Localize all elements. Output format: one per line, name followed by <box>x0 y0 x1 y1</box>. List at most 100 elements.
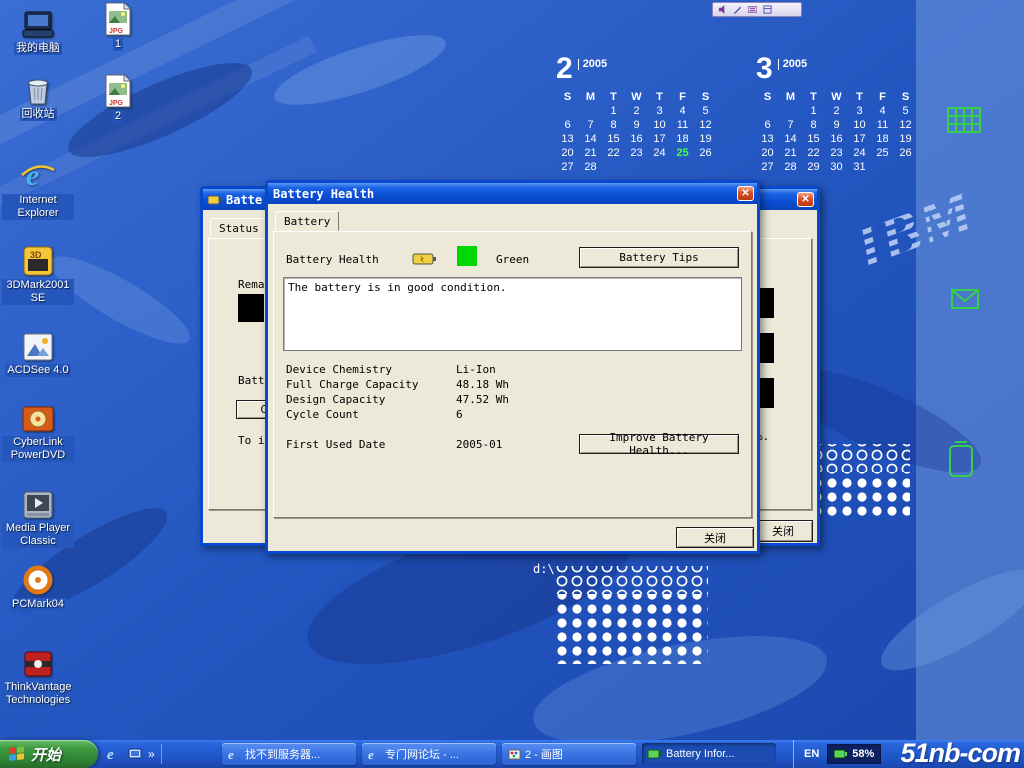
calendar-cell: 9 <box>625 118 648 132</box>
calendar-cell <box>756 104 779 118</box>
language-indicator[interactable]: EN <box>804 748 819 760</box>
calendar-cell: M <box>779 90 802 104</box>
field-label: Cycle Count <box>286 408 359 421</box>
calendar-cell <box>694 160 717 174</box>
jpg-file-icon: JPG <box>105 2 131 36</box>
calendar-grid: SMTWTFS123456789101112131415161718192021… <box>556 90 717 174</box>
calendar-february: 2 2005 SMTWTFS12345678910111213141516171… <box>556 54 717 174</box>
calendar-cell: 11 <box>871 118 894 132</box>
tab-battery[interactable]: Battery <box>275 211 339 231</box>
calendar-cell <box>602 160 625 174</box>
keyboard-icon[interactable] <box>748 5 757 14</box>
calendar-cell: 28 <box>779 160 802 174</box>
desktop-icon-internet-explorer[interactable]: e Internet Explorer <box>2 158 74 220</box>
calendar-cell: 14 <box>579 132 602 146</box>
desktop-file-1[interactable]: JPG 1 <box>82 2 154 51</box>
health-close-button[interactable]: 关闭 <box>676 527 754 548</box>
calendar-cell: 29 <box>802 160 825 174</box>
calendar-cell: 5 <box>894 104 917 118</box>
battery-health-titlebar[interactable]: Battery Health ✕ <box>268 183 757 204</box>
calendar-cell: S <box>894 90 917 104</box>
desktop-icon-thinkvantage[interactable]: ThinkVantage Technologies <box>2 645 74 707</box>
condition-textbox[interactable]: The battery is in good condition. <box>283 277 742 351</box>
svg-text:e: e <box>26 159 39 192</box>
pen-icon[interactable] <box>733 5 742 14</box>
improve-battery-health-button[interactable]: Improve Battery Health... <box>579 434 739 454</box>
task-button-server-not-found[interactable]: e 找不到服务器... <box>222 743 356 765</box>
calendar-cell: 7 <box>579 118 602 132</box>
ime-language-bar[interactable] <box>712 2 802 17</box>
svg-text:e: e <box>368 748 374 761</box>
calendar-cell: 20 <box>756 146 779 160</box>
calendar-cell: 5 <box>694 104 717 118</box>
calendar-cell: W <box>825 90 848 104</box>
calendar-cell: 26 <box>894 146 917 160</box>
recycle-bin-icon <box>23 72 53 106</box>
calendar-cell: 22 <box>802 146 825 160</box>
show-desktop-icon[interactable] <box>128 747 142 761</box>
calendar-cell: M <box>579 90 602 104</box>
calendar-cell <box>779 104 802 118</box>
ie-icon: e <box>228 748 241 761</box>
calendar-cell: 23 <box>825 146 848 160</box>
menu-icon[interactable] <box>763 5 772 14</box>
desktop-icon-acdsee[interactable]: ACDSee 4.0 <box>2 328 74 377</box>
desktop-icon-powerdvd[interactable]: CyberLink PowerDVD <box>2 400 74 462</box>
ie-quick-launch-icon[interactable]: e <box>106 746 122 762</box>
desktop-icon-recycle-bin[interactable]: 回收站 <box>2 72 74 121</box>
task-button-battery-information[interactable]: Battery Infor... <box>642 743 776 765</box>
close-icon[interactable]: ✕ <box>737 186 754 201</box>
calendar-cell: 24 <box>648 146 671 160</box>
calendar-cell: 18 <box>671 132 694 146</box>
calendar-cell: 16 <box>625 132 648 146</box>
field-value: 48.18 Wh <box>456 378 509 391</box>
calendar-cell: 7 <box>779 118 802 132</box>
calendar-cell: F <box>871 90 894 104</box>
speaker-icon[interactable] <box>718 5 727 14</box>
start-button[interactable]: 开始 <box>0 740 98 768</box>
health-label: Battery Health <box>286 253 379 266</box>
calendar-cell: 21 <box>579 146 602 160</box>
battery-tab-page: Battery Health Green Battery Tips The ba… <box>273 231 752 518</box>
calendar-cell: 13 <box>756 132 779 146</box>
battery-small-icon <box>412 252 438 266</box>
calendar-cell: 8 <box>602 118 625 132</box>
health-status-text: Green <box>496 253 529 266</box>
calendar-month-number: 3 <box>756 54 773 84</box>
calendar-cell: 17 <box>648 132 671 146</box>
calendar-cell: 6 <box>556 118 579 132</box>
calendar-cell: 21 <box>779 146 802 160</box>
calendar-cell: 2 <box>625 104 648 118</box>
task-button-forum[interactable]: e 专门网论坛 - ... <box>362 743 496 765</box>
calendar-cell: 19 <box>894 132 917 146</box>
info-close-button[interactable]: 关闭 <box>753 520 813 542</box>
calendar-cell <box>671 160 694 174</box>
tab-status[interactable]: Status <box>210 218 268 238</box>
quick-launch-overflow-chevron[interactable]: » <box>148 747 155 761</box>
battery-tips-button[interactable]: Battery Tips <box>579 247 739 268</box>
task-button-paint[interactable]: 2 - 画图 <box>502 743 636 765</box>
calendar-cell: T <box>602 90 625 104</box>
calendar-grid: SMTWTFS123456789101112131415161718192021… <box>756 90 917 174</box>
calendar-cell: S <box>756 90 779 104</box>
desktop-icon-pcmark04[interactable]: PCMark04 <box>2 562 74 611</box>
tray-battery-indicator[interactable]: 58% <box>827 744 881 764</box>
calendar-cell: 15 <box>602 132 625 146</box>
calendar-cell: 17 <box>848 132 871 146</box>
battery-health-dialog: Battery Health ✕ Battery Battery Health … <box>265 180 760 554</box>
calendar-cell: W <box>625 90 648 104</box>
jpg-file-icon: JPG <box>105 74 131 108</box>
desktop-icon-3dmark2001[interactable]: 3D 3DMark2001 SE <box>2 243 74 305</box>
calendar-cell: 24 <box>848 146 871 160</box>
battery-dialog-icon <box>208 194 222 206</box>
desktop-icon-media-player-classic[interactable]: Media Player Classic <box>2 486 74 548</box>
dialog-title: Battery Health <box>273 187 374 201</box>
desktop-icon-my-computer[interactable]: 我的电脑 <box>2 6 74 55</box>
calendar-cell: 6 <box>756 118 779 132</box>
field-label: Full Charge Capacity <box>286 378 418 391</box>
pcmark04-icon <box>22 562 54 596</box>
calendar-cell <box>556 104 579 118</box>
close-icon[interactable]: ✕ <box>797 192 814 207</box>
calendar-cell <box>648 160 671 174</box>
desktop-file-2[interactable]: JPG 2 <box>82 74 154 123</box>
